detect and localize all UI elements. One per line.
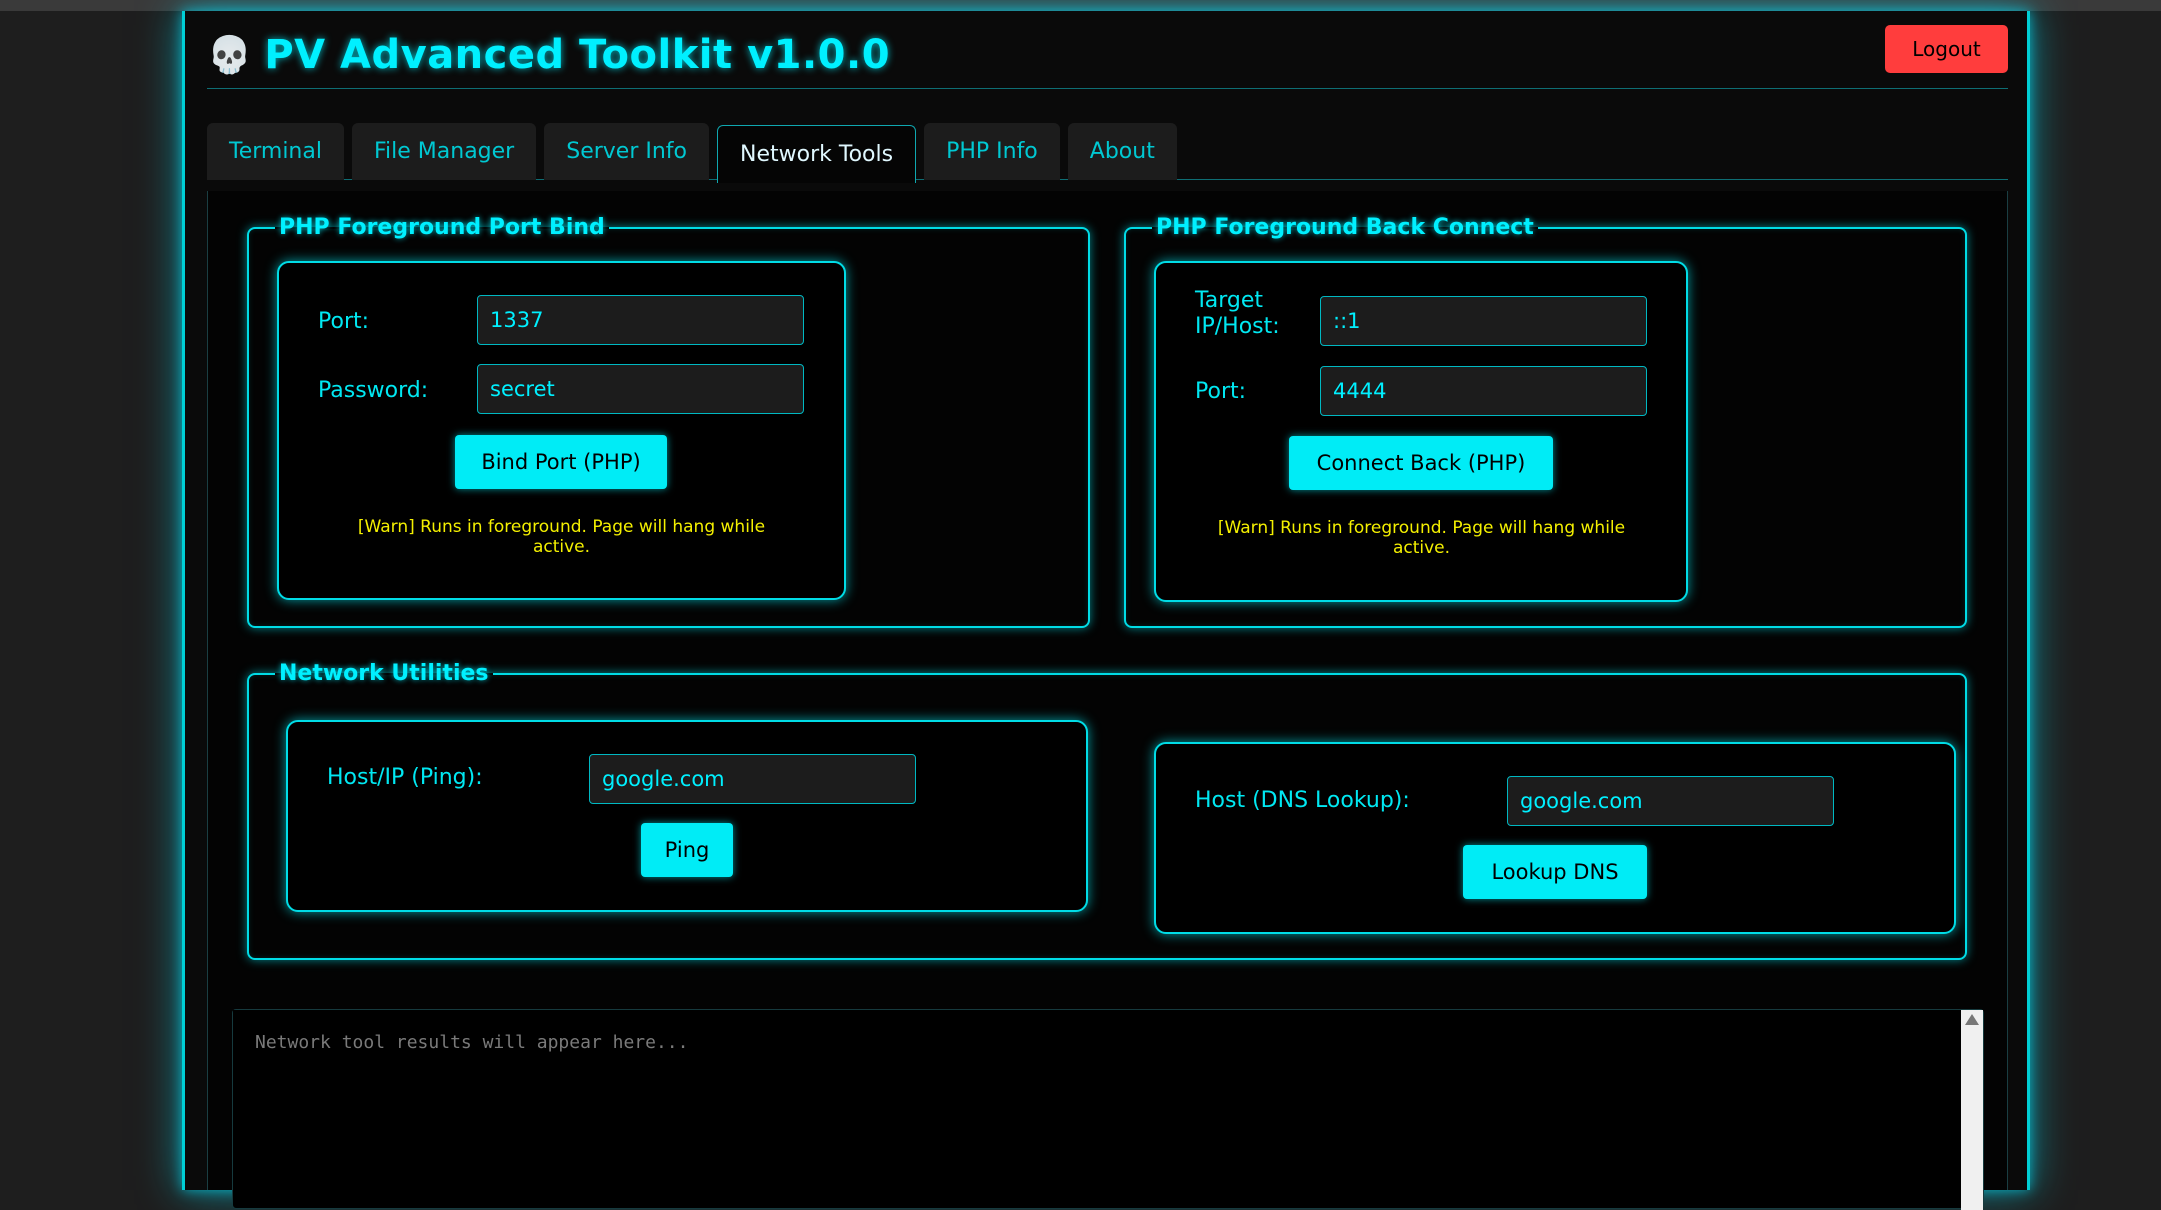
bind-port-button[interactable]: Bind Port (PHP) [455,435,667,489]
port-bind-legend: PHP Foreground Port Bind [279,215,605,240]
tab-network-tools[interactable]: Network Tools [717,125,917,183]
lookup-dns-button[interactable]: Lookup DNS [1463,845,1647,899]
skull-icon: 💀 [207,35,253,76]
tab-terminal[interactable]: Terminal [207,123,344,180]
header: 💀 PV Advanced Toolkit v1.0.0 Logout [207,11,2008,89]
network-output-textarea[interactable] [233,1010,1963,1200]
ping-card: Host/IP (Ping): Ping [286,720,1088,912]
tab-about[interactable]: About [1067,123,1177,180]
network-utilities-legend: Network Utilities [279,661,489,686]
dns-host-label: Host (DNS Lookup): [1195,788,1410,813]
browser-top-strip [0,0,2161,11]
back-connect-card: Target IP/Host: Port: Connect Back (PHP)… [1154,261,1688,602]
tab-bar: Terminal File Manager Server Info Networ… [207,111,2008,183]
logout-button[interactable]: Logout [1885,25,2008,73]
back-connect-warning: [Warn] Runs in foreground. Page will han… [1217,518,1626,558]
dns-host-input[interactable] [1507,776,1834,826]
bind-port-label: Port: [318,309,370,334]
bind-password-input[interactable] [477,364,804,414]
bind-port-input[interactable] [477,295,804,345]
target-host-input[interactable] [1320,296,1647,346]
network-tools-panel: PHP Foreground Port Bind Port: Password:… [207,191,2008,1210]
tab-server-info[interactable]: Server Info [544,123,710,180]
back-connect-legend: PHP Foreground Back Connect [1156,215,1534,240]
output-scrollbar[interactable] [1961,1010,1983,1210]
tab-file-manager[interactable]: File Manager [351,123,537,180]
bind-warning: [Warn] Runs in foreground. Page will han… [357,517,766,557]
ping-button[interactable]: Ping [641,823,733,877]
back-port-label: Port: [1195,379,1247,404]
target-host-label: Target IP/Host: [1195,288,1280,339]
app-container: 💀 PV Advanced Toolkit v1.0.0 Logout Term… [182,11,2030,1210]
ping-host-label: Host/IP (Ping): [327,765,483,790]
back-port-input[interactable] [1320,366,1647,416]
scroll-up-arrow-icon[interactable] [1965,1014,1979,1025]
port-bind-card: Port: Password: Bind Port (PHP) [Warn] R… [277,261,846,600]
page-title-text: PV Advanced Toolkit v1.0.0 [264,32,891,78]
dns-card: Host (DNS Lookup): Lookup DNS [1154,742,1956,934]
ping-host-input[interactable] [589,754,916,804]
tab-php-info[interactable]: PHP Info [924,123,1060,180]
network-output [232,1009,1984,1210]
page-title: 💀 PV Advanced Toolkit v1.0.0 [207,25,890,85]
bind-password-label: Password: [318,378,429,403]
connect-back-button[interactable]: Connect Back (PHP) [1289,436,1553,490]
